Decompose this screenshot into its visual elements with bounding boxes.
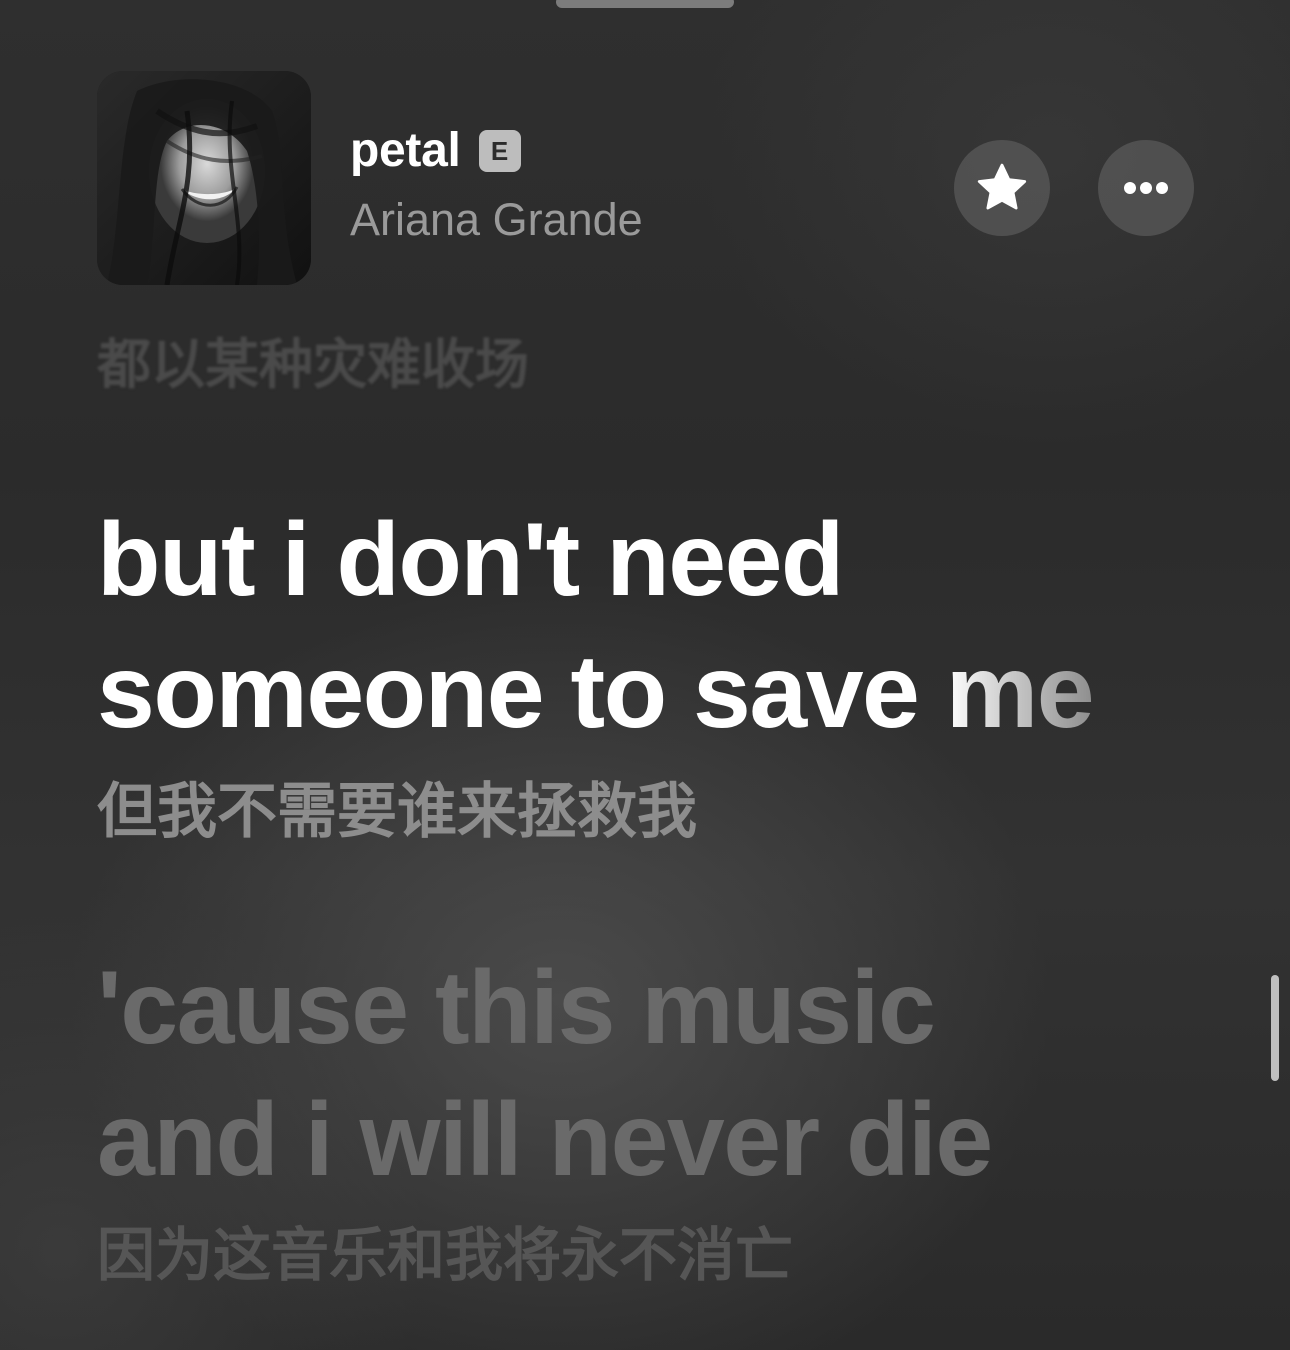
explicit-badge: E xyxy=(478,130,521,172)
album-artwork-image xyxy=(97,71,311,285)
favorite-button[interactable] xyxy=(954,140,1050,236)
song-title[interactable]: petal xyxy=(350,127,461,175)
sheet-grabber[interactable] xyxy=(556,0,734,8)
lyric-active-sung: someone to save xyxy=(97,634,946,751)
lyric-translation-next: 因为这音乐和我将永不消亡 xyxy=(97,1223,794,1288)
ellipsis-icon xyxy=(1124,182,1168,194)
now-playing-header: petal E Ariana Grande xyxy=(97,71,1197,287)
lyric-line-active[interactable]: but i don't need someone to save me xyxy=(97,494,1095,758)
star-icon xyxy=(977,163,1027,210)
lyric-translation-active: 但我不需要谁来拯救我 xyxy=(97,778,697,845)
lyric-active-line-1: but i don't need xyxy=(97,502,844,618)
lyric-active-fading: me xyxy=(945,634,1095,751)
title-row: petal E xyxy=(350,127,521,175)
lyric-next-line-1: 'cause this music xyxy=(97,950,936,1066)
artist-name[interactable]: Ariana Grande xyxy=(350,197,643,242)
lyric-translation-previous: 都以某种灾难收场 xyxy=(97,335,529,395)
lyric-active-line-2: someone to save me xyxy=(97,626,1095,758)
more-options-button[interactable] xyxy=(1098,140,1194,236)
lyric-line-next[interactable]: 'cause this music and i will never die xyxy=(97,942,993,1206)
lyric-next-line-2: and i will never die xyxy=(97,1082,993,1199)
scroll-indicator[interactable] xyxy=(1271,975,1279,1081)
album-artwork[interactable] xyxy=(97,71,311,285)
